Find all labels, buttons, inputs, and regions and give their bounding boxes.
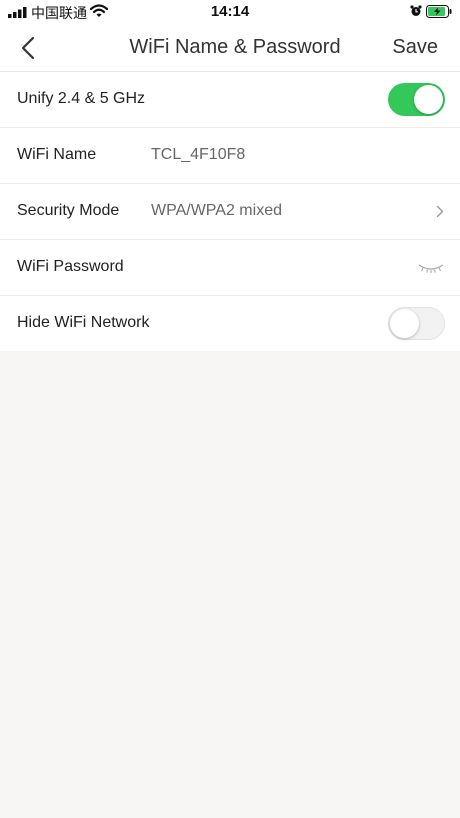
toggle-knob [414,85,443,114]
alarm-icon [410,5,422,16]
chevron-right-icon [436,205,444,218]
page-title: WiFi Name & Password [129,36,341,58]
navigation-bar: WiFi Name & Password Save [0,24,460,72]
battery-charging-icon [426,5,452,18]
status-time: 14:14 [210,3,250,20]
security-mode-row[interactable]: Security Mode WPA/WPA2 mixed [0,184,460,240]
save-button[interactable]: Save [392,36,438,59]
unify-band-label: Unify 2.4 & 5 GHz [17,90,146,107]
unify-band-toggle[interactable] [388,83,445,116]
eye-closed-icon[interactable] [417,263,445,273]
hide-network-row: Hide WiFi Network [0,296,460,351]
wifi-password-row[interactable]: WiFi Password [0,240,460,296]
wifi-password-label: WiFi Password [17,258,124,275]
wifi-name-row[interactable]: WiFi Name TCL_4F10F8 [0,128,460,184]
hide-network-toggle[interactable] [388,307,445,340]
wifi-name-label: WiFi Name [17,146,97,163]
security-mode-value: WPA/WPA2 mixed [151,202,282,219]
hide-network-label: Hide WiFi Network [17,314,150,331]
wifi-name-field[interactable]: TCL_4F10F8 [151,146,245,164]
settings-list: Unify 2.4 & 5 GHz WiFi Name TCL_4F10F8 S… [0,72,460,351]
unify-band-row: Unify 2.4 & 5 GHz [0,72,460,128]
status-bar: 中国联通 14:14 [0,0,460,24]
toggle-knob [390,309,419,338]
security-mode-label: Security Mode [17,202,120,219]
